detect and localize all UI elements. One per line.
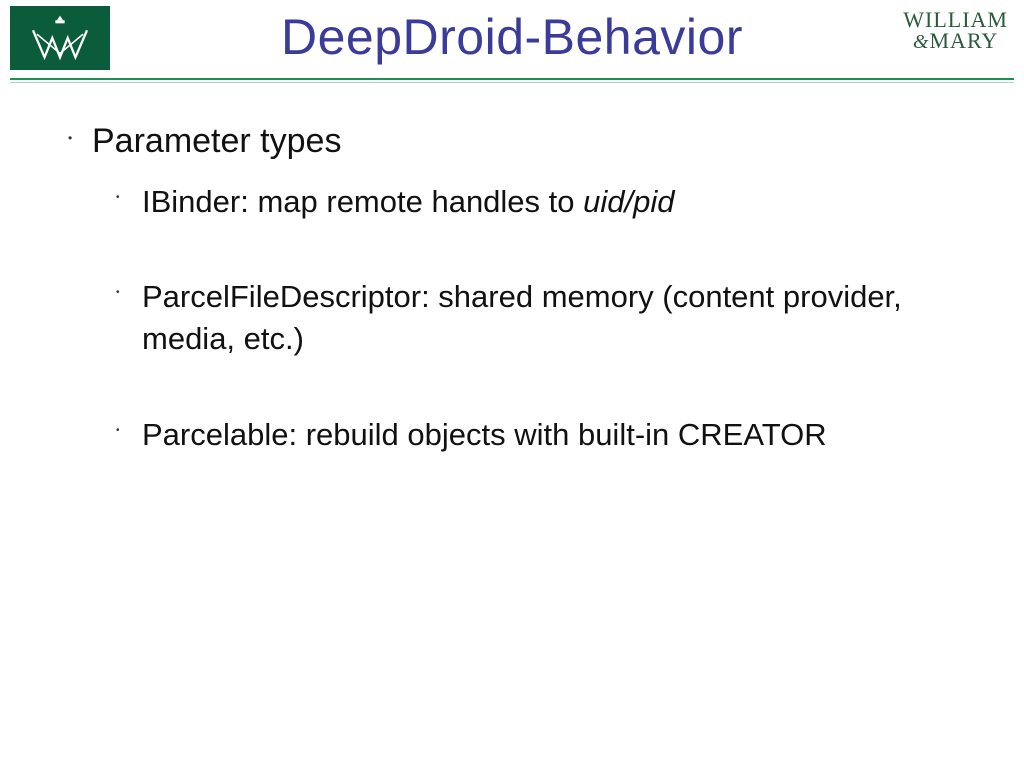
divider-line-top bbox=[10, 78, 1014, 80]
wordmark-line2: &MARY bbox=[903, 31, 1008, 52]
bullet-level2-group: • IBinder: map remote handles to uid/pid… bbox=[112, 181, 984, 456]
slide: DeepDroid-Behavior WILLIAM &MARY • Param… bbox=[0, 0, 1024, 768]
wm-wordmark-logo: WILLIAM &MARY bbox=[903, 10, 1008, 52]
text-italic: uid/pid bbox=[583, 184, 674, 219]
bullet-level2: • Parcelable: rebuild objects with built… bbox=[112, 414, 984, 456]
header-divider bbox=[10, 78, 1014, 83]
bullet-dot-icon: • bbox=[112, 414, 142, 448]
wordmark-mary: MARY bbox=[930, 28, 999, 53]
slide-header: DeepDroid-Behavior WILLIAM &MARY bbox=[0, 0, 1024, 84]
bullet-level2-text: ParcelFileDescriptor: shared memory (con… bbox=[142, 276, 922, 360]
text-plain: Parcelable: rebuild objects with built-i… bbox=[142, 417, 827, 452]
slide-title: DeepDroid-Behavior bbox=[0, 8, 1024, 66]
bullet-level2: • ParcelFileDescriptor: shared memory (c… bbox=[112, 276, 984, 360]
slide-body: • Parameter types • IBinder: map remote … bbox=[64, 120, 984, 456]
bullet-level2: • IBinder: map remote handles to uid/pid bbox=[112, 181, 984, 223]
bullet-level1: • Parameter types bbox=[64, 120, 984, 163]
text-plain: IBinder: map remote handles to bbox=[142, 184, 583, 219]
bullet-dot-icon: • bbox=[64, 120, 92, 156]
text-plain: ParcelFileDescriptor: shared memory (con… bbox=[142, 279, 902, 356]
bullet-level1-text: Parameter types bbox=[92, 120, 341, 163]
bullet-dot-icon: • bbox=[112, 181, 142, 215]
divider-line-bottom bbox=[10, 82, 1014, 83]
wordmark-ampersand: & bbox=[913, 31, 930, 53]
bullet-level2-text: Parcelable: rebuild objects with built-i… bbox=[142, 414, 827, 456]
bullet-level2-text: IBinder: map remote handles to uid/pid bbox=[142, 181, 675, 223]
bullet-dot-icon: • bbox=[112, 276, 142, 310]
